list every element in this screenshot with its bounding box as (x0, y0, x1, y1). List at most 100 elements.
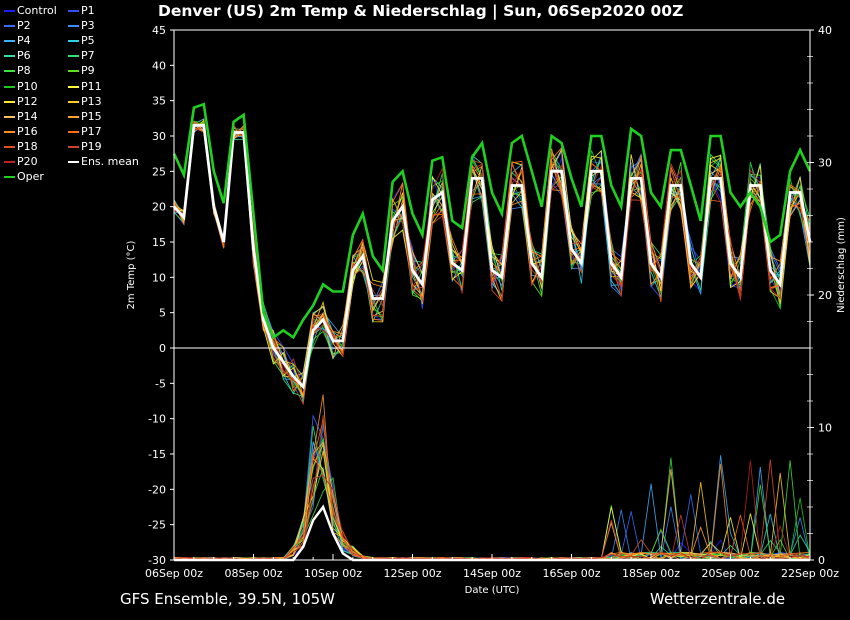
legend-swatch (4, 115, 15, 118)
legend-swatch (4, 176, 15, 179)
site-name: Wetterzentrale.de (650, 590, 786, 608)
y-tick-label: 40 (152, 59, 166, 72)
legend-item: P2 (4, 18, 31, 33)
legend-label: Control (17, 4, 57, 17)
legend-swatch (68, 10, 79, 12)
chart-title: Denver (US) 2m Temp & Niederschlag | Sun… (158, 2, 684, 20)
legend-item: P15 (68, 109, 102, 124)
y-tick-label: 25 (152, 165, 166, 178)
y-tick-label: 35 (152, 95, 166, 108)
precip-member-line (173, 457, 811, 561)
x-axis-label: Date (UTC) (465, 585, 520, 596)
x-tick-label: 08Sep 00z (225, 567, 283, 580)
legend-swatch (4, 10, 15, 12)
legend-swatch (4, 161, 15, 163)
legend-swatch (68, 100, 79, 103)
legend-swatch (4, 40, 15, 43)
x-tick-label: 20Sep 00z (702, 567, 760, 580)
y-tick-label: -5 (155, 377, 166, 390)
precip-member-line (173, 453, 811, 561)
legend-swatch (4, 145, 15, 148)
legend-label: P12 (17, 94, 38, 108)
y-tick-label: 45 (152, 24, 166, 37)
precip-member-line (173, 415, 811, 561)
legend-label: P17 (81, 124, 102, 138)
precip-member-line (173, 414, 811, 561)
y-tick-label: 0 (159, 342, 166, 355)
y-tick-label: 30 (152, 130, 166, 143)
legend-item: P13 (68, 94, 102, 109)
legend-swatch (68, 70, 79, 73)
legend-item: P12 (4, 94, 38, 109)
chart-canvas: -30 -25 -20 -15 -10 -5 0 5 10 15 20 25 30 35 40 45 0 10 20… (126, 24, 847, 596)
precip-member-line (173, 437, 811, 561)
legend-item: Control (4, 3, 57, 18)
legend-label: P2 (17, 19, 31, 33)
legend-item: Oper (4, 169, 44, 184)
y-tick-label: 10 (152, 271, 166, 284)
y2-tick-label: 10 (818, 422, 832, 435)
precipitation-plot (173, 394, 811, 562)
legend-swatch (4, 130, 15, 133)
model-info: GFS Ensemble, 39.5N, 105W (120, 590, 335, 608)
precip-member-line (173, 447, 811, 561)
legend-item: P7 (68, 48, 95, 63)
legend-item: P20 (4, 154, 38, 169)
legend-label: Oper (17, 170, 44, 184)
y2-tick-label: 40 (818, 24, 832, 37)
y2-axis-label: Niederschlag (mm) (836, 217, 847, 313)
precip-member-line (173, 438, 811, 561)
legend-swatch (68, 40, 79, 43)
legend-label: P20 (17, 155, 38, 168)
precip-member-line (173, 394, 811, 561)
y-tick-label: -20 (148, 483, 166, 496)
legend-label: P15 (81, 109, 102, 123)
legend-item: Ens. mean (68, 154, 139, 169)
precip-member-line (173, 441, 811, 561)
legend-label: P6 (17, 49, 31, 63)
legend-item: P19 (68, 139, 102, 154)
precip-member-line (173, 452, 811, 561)
x-tick-label: 06Sep 00z (145, 567, 203, 580)
x-tick-label: 16Sep 00z (543, 567, 601, 580)
y2-tick-label: 30 (818, 157, 832, 170)
legend-label: P11 (81, 79, 102, 93)
y-tick-label: -25 (148, 519, 166, 532)
legend-swatch (68, 85, 79, 88)
legend-label: P1 (81, 4, 95, 17)
legend-item: P11 (68, 79, 102, 94)
x-tick-label: 14Sep 00z (463, 567, 521, 580)
legend-label: P3 (81, 19, 95, 33)
legend-item: P4 (4, 33, 31, 48)
y-tick-label: -15 (148, 448, 166, 461)
precip-member-line (173, 460, 811, 561)
precip-member-line (173, 442, 811, 561)
legend-label: P8 (17, 64, 31, 78)
legend-swatch (4, 85, 15, 88)
legend-item: P16 (4, 124, 38, 139)
legend-label: P9 (81, 64, 95, 78)
precip-member-line (173, 424, 811, 561)
legend-item: P9 (68, 63, 95, 78)
x-tick-label: 12Sep 00z (384, 567, 442, 580)
precip-member-line (173, 441, 811, 561)
legend-swatch (68, 130, 79, 133)
legend-label: P13 (81, 94, 102, 108)
precip-member-line (173, 419, 811, 561)
precip-member-line (173, 425, 811, 561)
legend-swatch (68, 55, 79, 58)
legend-item: P8 (4, 63, 31, 78)
y-tick-label: -10 (148, 413, 166, 426)
legend-swatch (4, 55, 15, 58)
precip-member-line (173, 443, 811, 561)
legend-swatch (68, 145, 79, 148)
x-tick-label: 18Sep 00z (622, 567, 680, 580)
legend-label: P7 (81, 49, 95, 63)
legend-label: P18 (17, 139, 38, 153)
precip-member-line (173, 457, 811, 561)
legend-label: P4 (17, 34, 31, 48)
legend-item: P10 (4, 79, 38, 94)
y-tick-label: 5 (159, 307, 166, 320)
x-tick-label: 10Sep 00z (304, 567, 362, 580)
legend-label: P14 (17, 109, 38, 123)
